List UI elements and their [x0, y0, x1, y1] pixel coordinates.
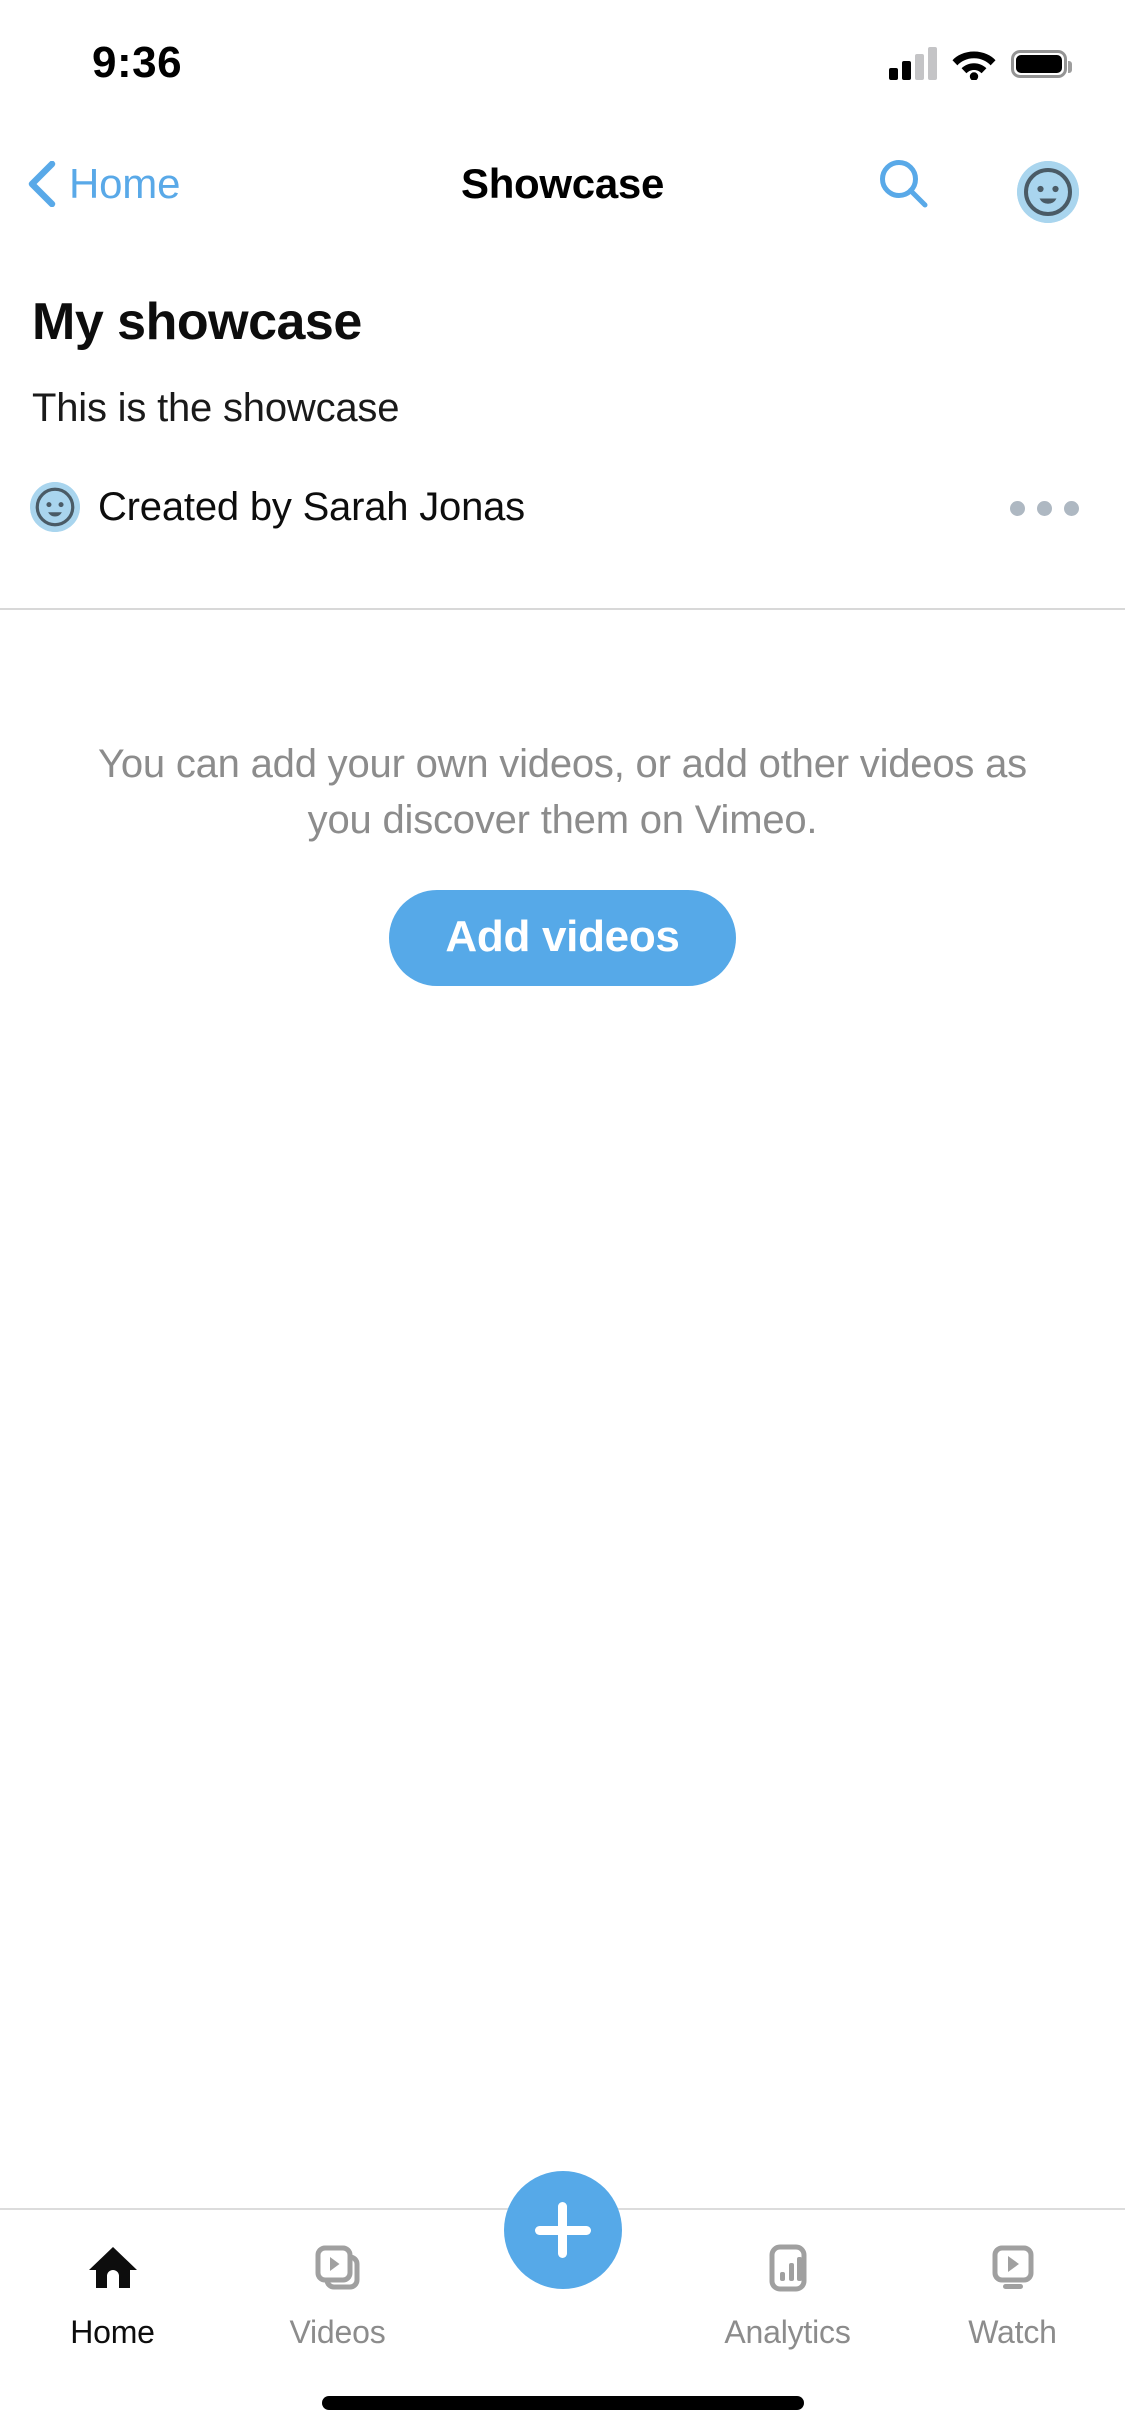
showcase-title: My showcase: [32, 293, 362, 351]
plus-icon-vertical: [558, 2202, 567, 2258]
search-button[interactable]: [859, 132, 949, 236]
tab-analytics[interactable]: Analytics: [675, 2210, 900, 2386]
more-horizontal-icon-dot-2: [1036, 500, 1052, 516]
signal-bar-3: [915, 54, 924, 80]
phone-screen: 9:36 Home Showcase My showcase This is t…: [0, 0, 1125, 2436]
watch-icon: [984, 2238, 1042, 2298]
empty-state: You can add your own videos, or add othe…: [0, 608, 1125, 986]
status-bar: 9:36: [0, 0, 1125, 132]
creator-row: Created by Sarah Jonas: [0, 468, 1125, 548]
more-options-button[interactable]: [1001, 484, 1087, 532]
videos-icon: [309, 2238, 367, 2298]
add-videos-button[interactable]: Add videos: [389, 890, 736, 986]
search-icon: [880, 160, 928, 208]
add-button[interactable]: [503, 2171, 622, 2289]
tab-bar: Home Videos Analytics Watch: [0, 2171, 1125, 2436]
back-button[interactable]: Home: [28, 132, 180, 236]
creator-avatar[interactable]: [30, 482, 80, 532]
battery-fill: [1016, 55, 1062, 73]
signal-bar-1: [889, 68, 898, 80]
status-bar-indicators: [889, 40, 1072, 80]
user-avatar-icon: [1017, 161, 1079, 223]
empty-state-message: You can add your own videos, or add othe…: [98, 742, 1027, 842]
tab-home[interactable]: Home: [0, 2210, 225, 2386]
creator-label: Created by Sarah Jonas: [98, 485, 525, 529]
tab-analytics-label: Analytics: [724, 2314, 851, 2350]
user-avatar-icon: [30, 482, 80, 532]
showcase-description: This is the showcase: [32, 386, 400, 430]
back-button-label: Home: [69, 160, 181, 207]
tab-watch[interactable]: Watch: [900, 2210, 1125, 2386]
navigation-bar: Home Showcase: [0, 132, 1125, 236]
avatar[interactable]: [1017, 161, 1079, 223]
analytics-icon: [759, 2238, 817, 2298]
tab-home-label: Home: [70, 2314, 155, 2350]
tab-videos-label: Videos: [289, 2314, 386, 2350]
wifi-icon: [951, 46, 997, 80]
tab-videos[interactable]: Videos: [225, 2210, 450, 2386]
more-horizontal-icon-dot-1: [1009, 500, 1025, 516]
chevron-left-icon: [28, 161, 56, 207]
signal-bar-2: [902, 61, 911, 80]
cellular-signal-icon: [889, 46, 937, 80]
tab-watch-label: Watch: [968, 2314, 1057, 2350]
more-horizontal-icon-dot-3: [1063, 500, 1079, 516]
home-icon: [84, 2238, 142, 2298]
status-bar-time: 9:36: [92, 38, 183, 87]
home-indicator: [321, 2396, 804, 2410]
battery-icon: [1011, 50, 1072, 78]
signal-bar-4: [928, 47, 937, 80]
